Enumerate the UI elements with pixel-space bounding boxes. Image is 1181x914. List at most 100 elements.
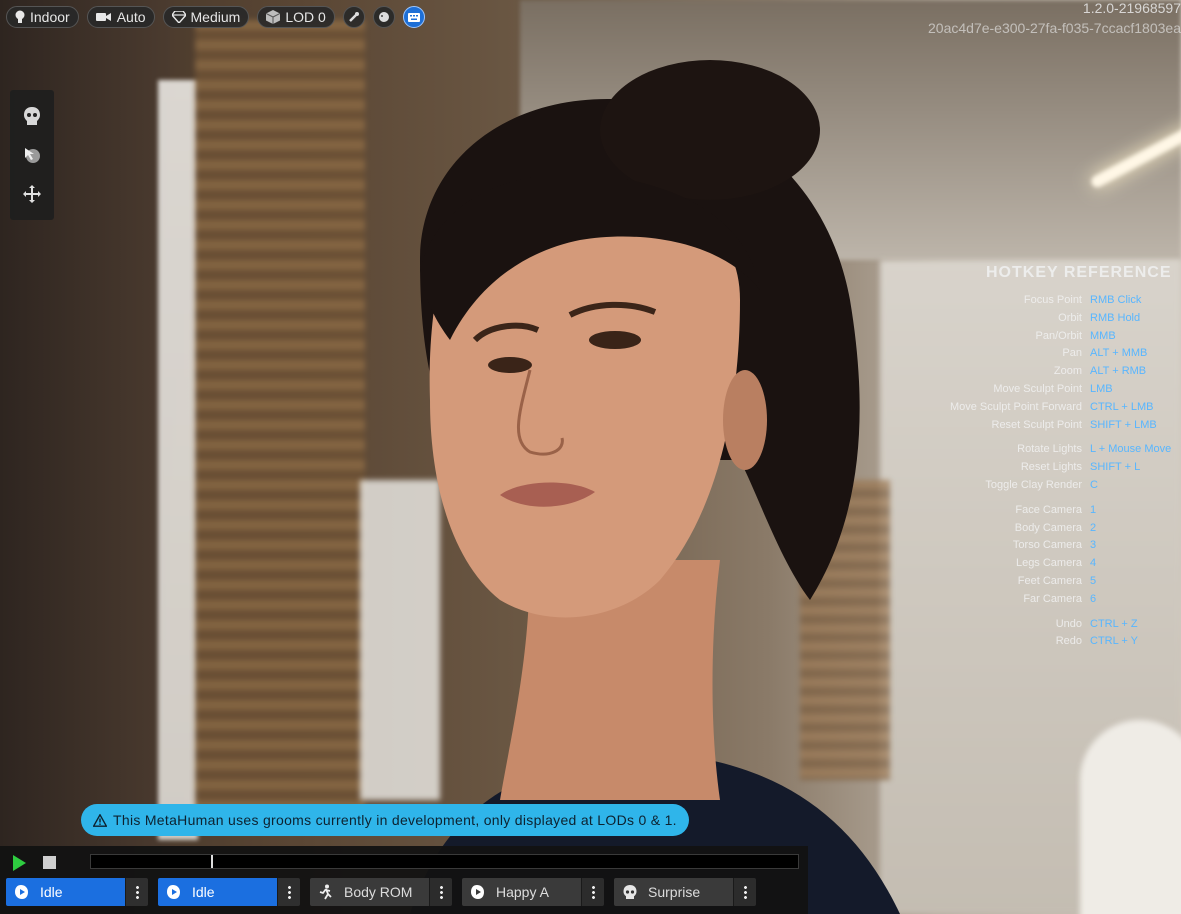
hotkey-key: SHIFT + LMB	[1090, 418, 1157, 431]
hotkey-action: Body Camera	[1014, 521, 1082, 534]
hotkey-key: RMB Hold	[1090, 311, 1141, 324]
hotkey-key: 3	[1090, 539, 1097, 552]
lod-dropdown[interactable]: LOD 0	[257, 6, 335, 28]
hotkey-row: Reset Sculpt Point SHIFT + LMB	[930, 417, 1181, 435]
hotkey-action: Pan	[1062, 347, 1082, 360]
hotkey-key: 6	[1090, 592, 1097, 605]
animation-label: Idle	[40, 884, 63, 900]
animation-preset: Body ROM	[310, 878, 452, 906]
animation-options-button[interactable]	[733, 878, 756, 906]
running-figure-icon	[319, 884, 332, 900]
quality-dropdown[interactable]: Medium	[162, 6, 250, 28]
hotkey-row: Focus Point RMB Click	[930, 292, 1181, 310]
hotkey-key: CTRL + Z	[1090, 617, 1138, 630]
groom-toggle-button[interactable]	[342, 6, 365, 28]
hotkey-action: Move Sculpt Point	[993, 382, 1082, 395]
stop-button[interactable]	[43, 856, 56, 869]
hotkey-key: L + Mouse Move	[1090, 443, 1172, 456]
camera-dropdown[interactable]: Auto	[86, 6, 155, 28]
hair-brush-icon	[348, 12, 359, 22]
metahuman-character[interactable]	[380, 40, 900, 914]
hotkey-row: Move Sculpt Point LMB	[930, 381, 1181, 399]
hotkey-key: MMB	[1090, 329, 1116, 342]
animation-label: Happy A	[496, 884, 549, 900]
timeline-scrubber[interactable]	[90, 854, 799, 869]
skull-icon	[24, 106, 40, 125]
animation-preset: Surprise	[614, 878, 756, 906]
hotkey-row: Body Camera 2	[930, 520, 1181, 538]
animation-options-button[interactable]	[125, 878, 148, 906]
kebab-menu-icon	[287, 885, 291, 899]
hotkey-title: HOTKEY REFERENCE	[986, 264, 1172, 281]
build-id: 20ac4d7e-e300-27fa-f035-7ccacf1803ea	[928, 20, 1181, 36]
tool-panel	[10, 90, 54, 220]
hotkey-action: Reset Sculpt Point	[991, 418, 1083, 431]
animation-bar: Idle Idle Body ROM Happy A Surprise	[0, 846, 808, 914]
kebab-menu-icon	[439, 885, 443, 899]
hotkey-key: SHIFT + L	[1090, 461, 1141, 474]
clay-render-button[interactable]	[372, 6, 395, 28]
hotkey-key: 4	[1090, 557, 1097, 570]
camera-label: Auto	[116, 9, 146, 25]
hotkey-key: CTRL + Y	[1090, 635, 1138, 648]
warning-icon	[93, 813, 107, 827]
hotkey-row: Legs Camera 4	[930, 555, 1181, 573]
hotkey-action: Torso Camera	[1012, 539, 1082, 552]
video-camera-icon	[95, 13, 111, 21]
move-icon	[23, 185, 41, 204]
animation-play-button[interactable]: Idle	[158, 878, 277, 906]
cube-icon	[266, 10, 281, 24]
sculpt-tool[interactable]	[18, 141, 46, 169]
animation-play-button[interactable]: Surprise	[614, 878, 733, 906]
lightbulb-icon	[15, 10, 25, 23]
hotkey-key: 2	[1090, 521, 1097, 534]
hotkey-action: Focus Point	[1023, 294, 1082, 306]
hotkey-key: RMB Click	[1090, 294, 1142, 306]
hotkey-key: LMB	[1090, 382, 1113, 395]
sculpt-cursor-icon	[25, 147, 40, 163]
animation-presets: Idle Idle Body ROM Happy A Surprise	[6, 878, 756, 906]
lod-label: LOD 0	[285, 9, 326, 25]
animation-preset: Happy A	[462, 878, 604, 906]
background-arch	[1080, 720, 1181, 914]
keyboard-hotkeys-button[interactable]	[402, 6, 425, 28]
top-toolbar: Indoor Auto Medium LOD 0	[6, 6, 425, 28]
version-number: 1.2.0-21968597	[1082, 0, 1181, 16]
select-head-tool[interactable]	[18, 102, 46, 130]
play-button[interactable]	[10, 854, 28, 872]
hotkey-action: Far Camera	[1023, 592, 1082, 605]
kebab-menu-icon	[135, 885, 139, 899]
hotkey-row: Move Sculpt Point Forward CTRL + LMB	[930, 399, 1181, 417]
hotkey-action: Rotate Lights	[1017, 443, 1082, 456]
hotkey-row: Rotate Lights L + Mouse Move	[930, 441, 1181, 459]
lighting-dropdown[interactable]: Indoor	[6, 6, 79, 28]
kebab-menu-icon	[743, 885, 747, 899]
lighting-label: Indoor	[30, 9, 70, 25]
head-icon	[378, 12, 389, 22]
hotkey-action: Feet Camera	[1017, 574, 1082, 587]
hotkey-action: Redo	[1055, 635, 1082, 648]
animation-options-button[interactable]	[429, 878, 452, 906]
notice-text: This MetaHuman uses grooms currently in …	[113, 812, 677, 828]
animation-play-button[interactable]: Idle	[6, 878, 125, 906]
hotkey-key: 5	[1090, 574, 1097, 587]
face-play-icon	[15, 885, 28, 899]
hotkey-key: ALT + MMB	[1090, 347, 1148, 360]
hotkey-action: Reset Lights	[1020, 461, 1082, 474]
hotkey-list: Focus Point RMB Click Orbit RMB Hold Pan/Orb…	[930, 292, 1181, 651]
playhead[interactable]	[211, 855, 213, 868]
hotkey-row: Feet Camera 5	[930, 573, 1181, 591]
hotkey-group-spacer	[930, 434, 1181, 441]
hotkey-action: Face Camera	[1015, 503, 1082, 516]
animation-play-button[interactable]: Happy A	[462, 878, 581, 906]
move-tool[interactable]	[18, 180, 46, 208]
diamond-icon	[171, 11, 186, 23]
animation-options-button[interactable]	[277, 878, 300, 906]
animation-options-button[interactable]	[581, 878, 604, 906]
hotkey-row: Redo CTRL + Y	[930, 633, 1181, 651]
face-play-icon	[167, 885, 180, 899]
keyboard-icon	[407, 12, 420, 22]
hotkey-key: CTRL + LMB	[1090, 400, 1154, 413]
hotkey-row: Toggle Clay Render C	[930, 477, 1181, 495]
animation-play-button[interactable]: Body ROM	[310, 878, 429, 906]
